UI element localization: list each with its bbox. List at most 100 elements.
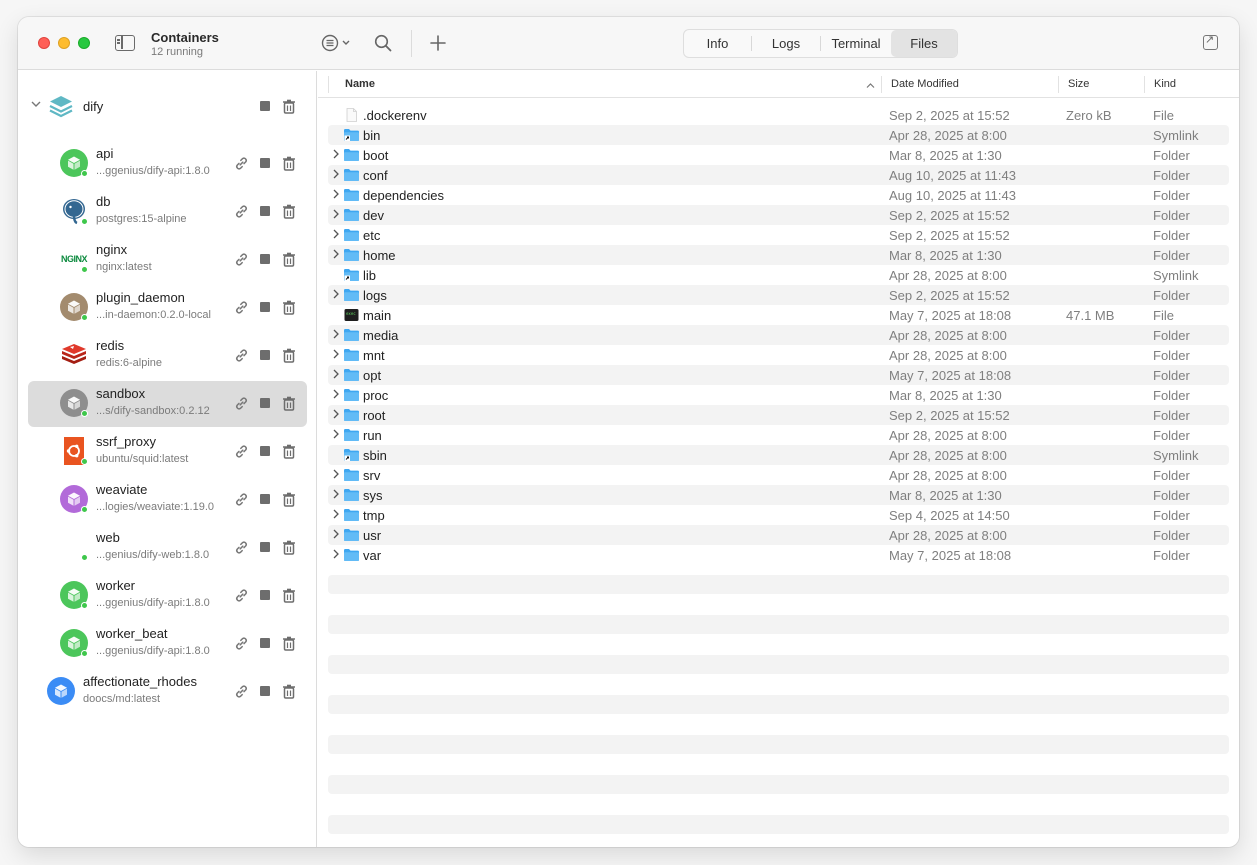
stop-icon[interactable] [256, 250, 274, 268]
trash-icon[interactable] [280, 634, 298, 652]
group-row-dify[interactable]: dify [18, 91, 317, 121]
trash-icon[interactable] [280, 154, 298, 172]
link-icon[interactable] [232, 682, 250, 700]
chevron-right-icon[interactable] [333, 429, 339, 442]
container-row-plugin_daemon[interactable]: plugin_daemon ...in-daemon:0.2.0-local [28, 285, 307, 331]
close-window-button[interactable] [38, 37, 50, 49]
chevron-right-icon[interactable] [333, 389, 339, 402]
stop-icon[interactable] [256, 202, 274, 220]
chevron-right-icon[interactable] [333, 189, 339, 202]
tab-info[interactable]: Info [684, 30, 751, 57]
file-row-sys[interactable]: sys Mar 8, 2025 at 1:30 Folder [328, 485, 1229, 505]
column-name-header[interactable]: Name [345, 78, 375, 90]
stop-icon[interactable] [256, 346, 274, 364]
trash-icon[interactable] [280, 682, 298, 700]
link-icon[interactable] [232, 250, 250, 268]
file-row-opt[interactable]: opt May 7, 2025 at 18:08 Folder [328, 365, 1229, 385]
chevron-right-icon[interactable] [333, 209, 339, 222]
tab-files[interactable]: Files [891, 30, 957, 57]
minimize-window-button[interactable] [58, 37, 70, 49]
stop-icon[interactable] [256, 394, 274, 412]
file-row-conf[interactable]: conf Aug 10, 2025 at 11:43 Folder [328, 165, 1229, 185]
container-row-db[interactable]: db postgres:15-alpine [28, 189, 307, 235]
stop-icon[interactable] [256, 442, 274, 460]
file-row-media[interactable]: media Apr 28, 2025 at 8:00 Folder [328, 325, 1229, 345]
column-date-header[interactable]: Date Modified [891, 78, 959, 90]
column-kind-header[interactable]: Kind [1154, 78, 1176, 90]
stop-icon[interactable] [256, 586, 274, 604]
file-row-srv[interactable]: srv Apr 28, 2025 at 8:00 Folder [328, 465, 1229, 485]
stop-icon[interactable] [256, 490, 274, 508]
chevron-right-icon[interactable] [333, 249, 339, 262]
trash-icon[interactable] [280, 346, 298, 364]
container-row-weaviate[interactable]: weaviate ...logies/weaviate:1.19.0 [28, 477, 307, 523]
chevron-right-icon[interactable] [333, 469, 339, 482]
stop-icon[interactable] [256, 634, 274, 652]
file-row-tmp[interactable]: tmp Sep 4, 2025 at 14:50 Folder [328, 505, 1229, 525]
link-icon[interactable] [232, 202, 250, 220]
stop-icon[interactable] [256, 298, 274, 316]
stop-icon[interactable] [256, 154, 274, 172]
trash-icon[interactable] [280, 490, 298, 508]
link-icon[interactable] [232, 442, 250, 460]
file-row-boot[interactable]: boot Mar 8, 2025 at 1:30 Folder [328, 145, 1229, 165]
chevron-right-icon[interactable] [333, 229, 339, 242]
file-row-root[interactable]: root Sep 2, 2025 at 15:52 Folder [328, 405, 1229, 425]
file-row-proc[interactable]: proc Mar 8, 2025 at 1:30 Folder [328, 385, 1229, 405]
link-icon[interactable] [232, 394, 250, 412]
file-row-mnt[interactable]: mnt Apr 28, 2025 at 8:00 Folder [328, 345, 1229, 365]
link-icon[interactable] [232, 346, 250, 364]
chevron-right-icon[interactable] [333, 509, 339, 522]
file-row-sbin[interactable]: sbin Apr 28, 2025 at 8:00 Symlink [328, 445, 1229, 465]
link-icon[interactable] [232, 298, 250, 316]
chevron-right-icon[interactable] [333, 489, 339, 502]
stop-icon[interactable] [256, 682, 274, 700]
file-row-etc[interactable]: etc Sep 2, 2025 at 15:52 Folder [328, 225, 1229, 245]
container-row-api[interactable]: api ...ggenius/dify-api:1.8.0 [28, 141, 307, 187]
file-row-run[interactable]: run Apr 28, 2025 at 8:00 Folder [328, 425, 1229, 445]
chevron-down-icon[interactable] [31, 100, 41, 111]
file-row-dev[interactable]: dev Sep 2, 2025 at 15:52 Folder [328, 205, 1229, 225]
container-row-affectionate_rhodes[interactable]: affectionate_rhodes doocs/md:latest [28, 669, 307, 715]
chevron-right-icon[interactable] [333, 409, 339, 422]
file-row-usr[interactable]: usr Apr 28, 2025 at 8:00 Folder [328, 525, 1229, 545]
container-row-worker_beat[interactable]: worker_beat ...ggenius/dify-api:1.8.0 [28, 621, 307, 667]
new-container-button[interactable] [427, 32, 449, 54]
sidebar-toggle-icon[interactable] [115, 35, 135, 51]
link-icon[interactable] [232, 634, 250, 652]
chevron-right-icon[interactable] [333, 549, 339, 562]
tab-terminal[interactable]: Terminal [821, 30, 891, 57]
file-row-logs[interactable]: logs Sep 2, 2025 at 15:52 Folder [328, 285, 1229, 305]
file-row-var[interactable]: var May 7, 2025 at 18:08 Folder [328, 545, 1229, 565]
chevron-right-icon[interactable] [333, 369, 339, 382]
container-row-redis[interactable]: redis redis:6-alpine [28, 333, 307, 379]
file-row-bin[interactable]: bin Apr 28, 2025 at 8:00 Symlink [328, 125, 1229, 145]
trash-icon[interactable] [280, 442, 298, 460]
link-icon[interactable] [232, 538, 250, 556]
trash-icon[interactable] [280, 394, 298, 412]
container-row-web[interactable]: web ...genius/dify-web:1.8.0 [28, 525, 307, 571]
container-row-nginx[interactable]: NGINX nginx nginx:latest [28, 237, 307, 283]
link-icon[interactable] [232, 154, 250, 172]
trash-icon[interactable] [280, 202, 298, 220]
trash-icon[interactable] [280, 538, 298, 556]
chevron-right-icon[interactable] [333, 289, 339, 302]
container-row-worker[interactable]: worker ...ggenius/dify-api:1.8.0 [28, 573, 307, 619]
chevron-right-icon[interactable] [333, 529, 339, 542]
trash-icon[interactable] [280, 250, 298, 268]
file-row-home[interactable]: home Mar 8, 2025 at 1:30 Folder [328, 245, 1229, 265]
filter-menu-button[interactable] [318, 32, 354, 54]
file-row-dependencies[interactable]: dependencies Aug 10, 2025 at 11:43 Folder [328, 185, 1229, 205]
file-row-main[interactable]: exec main May 7, 2025 at 18:08 47.1 MB File [328, 305, 1229, 325]
link-icon[interactable] [232, 586, 250, 604]
chevron-right-icon[interactable] [333, 329, 339, 342]
open-external-icon[interactable] [1203, 33, 1218, 50]
file-row-dot-dockerenv[interactable]: .dockerenv Sep 2, 2025 at 15:52 Zero kB Fil… [328, 105, 1229, 125]
container-row-sandbox[interactable]: sandbox ...s/dify-sandbox:0.2.12 [28, 381, 307, 427]
chevron-right-icon[interactable] [333, 349, 339, 362]
column-size-header[interactable]: Size [1068, 78, 1089, 90]
chevron-right-icon[interactable] [333, 169, 339, 182]
trash-icon[interactable] [280, 586, 298, 604]
link-icon[interactable] [232, 490, 250, 508]
stop-group-icon[interactable] [256, 97, 274, 115]
